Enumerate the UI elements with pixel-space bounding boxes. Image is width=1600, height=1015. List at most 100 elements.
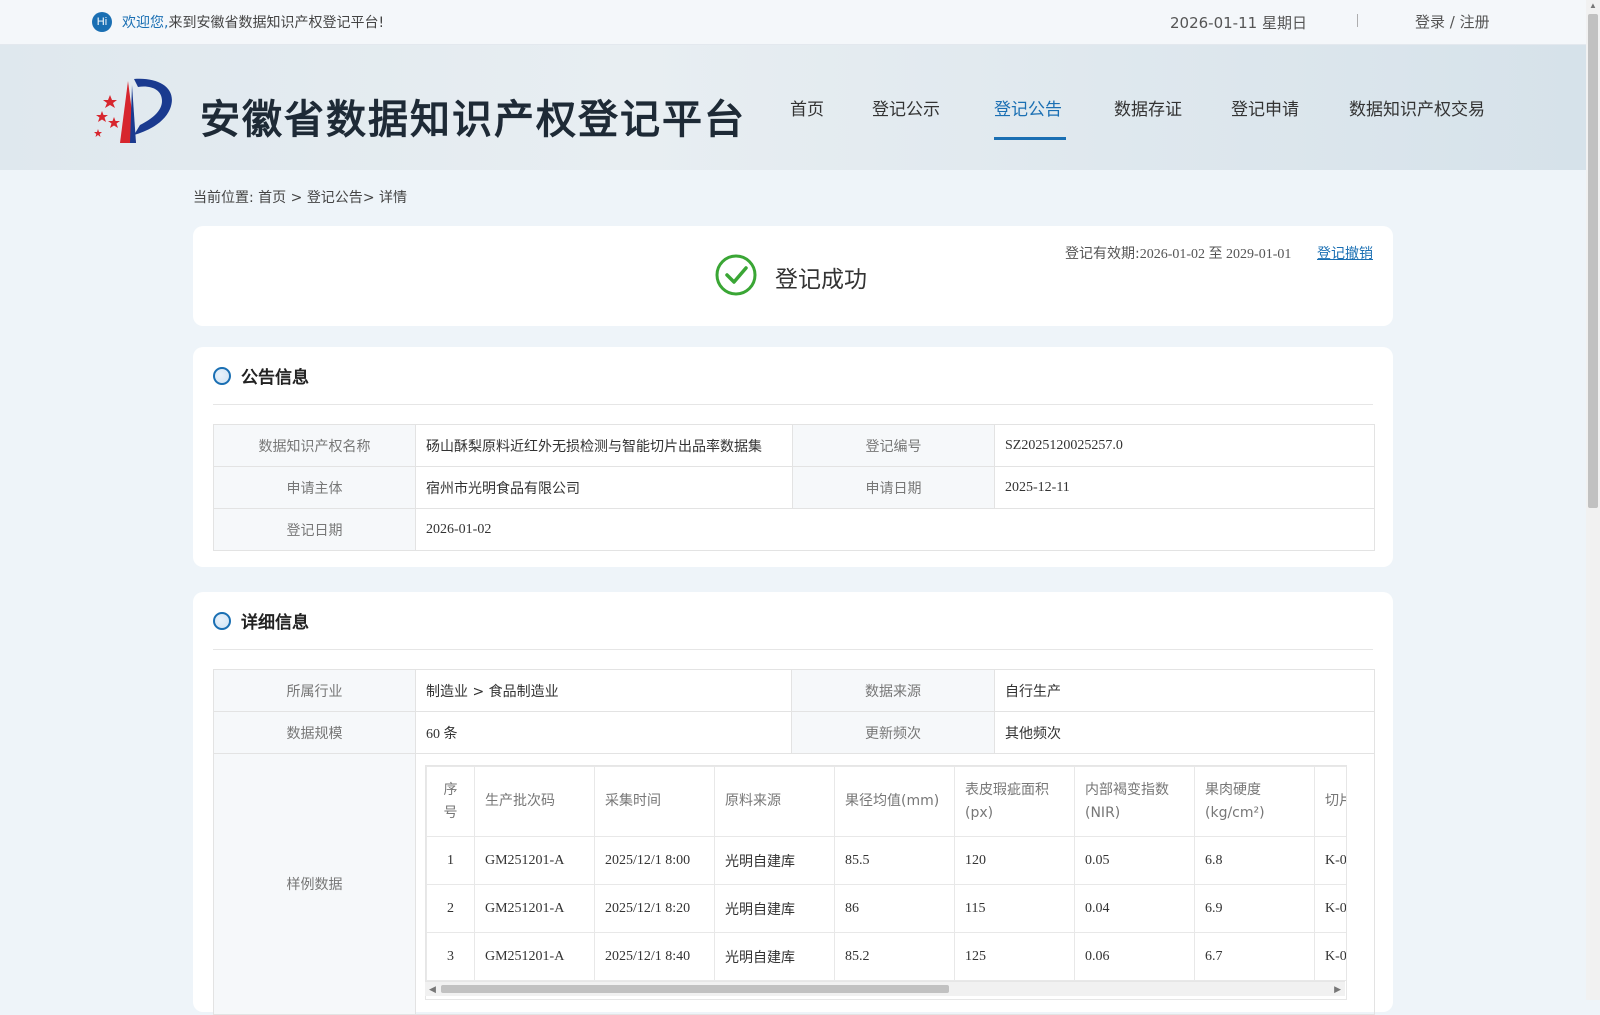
cell: 3 [426,932,475,981]
col-header: 切片 [1314,766,1346,837]
cell: 2025/12/1 8:20 [594,884,715,933]
col-header: 序号 [426,766,475,837]
table-row: 申请主体 宿州市光明食品有限公司 申请日期 2025-12-11 [213,466,1375,509]
cell: 120 [954,836,1075,885]
cell: GM251201-A [474,932,595,981]
scrollbar-thumb[interactable] [441,985,949,993]
site-header: 安徽省数据知识产权登记平台 首页 登记公示 登记公告 数据存证 登记申请 数据知… [0,45,1586,170]
validity-period: 登记有效期:2026-01-02 至 2029-01-01 [1065,243,1291,263]
cell: 2025/12/1 8:00 [594,836,715,885]
apply-date-value: 2025-12-11 [994,466,1375,509]
cell: 光明自建库 [714,836,835,885]
announcement-table: 数据知识产权名称 砀山酥梨原料近红外无损检测与智能切片出品率数据集 登记编号 S… [213,424,1375,551]
welcome-greeting: 欢迎您, [122,15,169,31]
site-title: 安徽省数据知识产权登记平台 [200,97,746,143]
cell: 86 [834,884,955,933]
table-row: 1 GM251201-A 2025/12/1 8:00 光明自建库 85.5 1… [426,836,1346,885]
col-header: 内部褐变指数(NIR) [1074,766,1195,837]
cell: 1 [426,836,475,885]
nav-registration-application[interactable]: 登记申请 [1231,95,1299,120]
cell: 85.2 [834,932,955,981]
table-row: 3 GM251201-A 2025/12/1 8:40 光明自建库 85.2 1… [426,932,1346,981]
nav-ip-trading[interactable]: 数据知识产权交易 [1349,95,1485,120]
sample-header-row: 序号 生产批次码 采集时间 原料来源 果径均值(mm) 表皮瑕疵面积(px) 内… [426,766,1346,837]
col-header: 表皮瑕疵面积(px) [954,766,1075,837]
col-header: 果肉硬度(kg/cm²) [1194,766,1315,837]
validity-from: 2026-01-02 [1139,247,1206,262]
cell: 2 [426,884,475,933]
reg-no-value: SZ2025120025257.0 [994,424,1375,467]
current-date: 2026-01-11 星期日 [1170,14,1307,32]
cell: K-0 [1314,932,1346,981]
cell: 115 [954,884,1075,933]
table-row: 数据知识产权名称 砀山酥梨原料近红外无损检测与智能切片出品率数据集 登记编号 S… [213,424,1375,467]
applicant-label: 申请主体 [213,466,416,509]
cell: 85.5 [834,836,955,885]
welcome-message: 欢迎您,来到安徽省数据知识产权登记平台! [122,12,384,32]
sample-data-scroll[interactable]: 序号 生产批次码 采集时间 原料来源 果径均值(mm) 表皮瑕疵面积(px) 内… [425,765,1347,1000]
industry-value: 制造业 > 食品制造业 [415,669,792,712]
cell: 0.05 [1074,836,1195,885]
nav-registration-publicity[interactable]: 登记公示 [872,95,940,120]
scroll-left-icon[interactable]: ◀ [429,984,436,995]
name-label: 数据知识产权名称 [213,424,416,467]
reg-date-label: 登记日期 [213,508,416,551]
source-value: 自行生产 [994,669,1375,712]
section-bullet-icon [213,367,231,385]
section-bullet-icon [213,612,231,630]
validity-to: 2029-01-01 [1226,247,1292,262]
scroll-right-icon[interactable]: ▶ [1334,984,1341,995]
cell: GM251201-A [474,836,595,885]
revoke-registration-link[interactable]: 登记撤销 [1317,243,1373,263]
cell: K-0 [1314,836,1346,885]
horizontal-scrollbar[interactable]: ◀ ▶ [425,981,1345,996]
top-bar: Hi 欢迎您,来到安徽省数据知识产权登记平台! 2026-01-11 星期日 |… [0,0,1586,45]
nav-active-indicator [994,137,1066,140]
scrollbar-thumb[interactable] [1588,14,1598,508]
login-register-link[interactable]: 登录 / 注册 [1415,11,1490,32]
cell: 2025/12/1 8:40 [594,932,715,981]
nav-home[interactable]: 首页 [790,95,824,120]
validity-to-word: 至 [1208,246,1223,262]
scale-label: 数据规模 [213,711,416,754]
table-row: 2 GM251201-A 2025/12/1 8:20 光明自建库 86 115… [426,884,1346,933]
status-card: 登记成功 登记有效期:2026-01-02 至 2029-01-01 登记撤销 [193,226,1393,326]
vertical-scrollbar[interactable]: ▲ [1586,0,1600,1000]
announcement-section: 公告信息 数据知识产权名称 砀山酥梨原料近红外无损检测与智能切片出品率数据集 登… [193,347,1393,567]
cell: 6.9 [1194,884,1315,933]
cell: 6.7 [1194,932,1315,981]
validity-label: 登记有效期: [1065,246,1140,262]
sample-label: 样例数据 [213,753,416,1015]
freq-value: 其他频次 [994,711,1375,754]
section-title: 详细信息 [241,613,309,633]
breadcrumb-arrow: > [362,190,379,206]
reg-date-value: 2026-01-02 [415,508,1375,551]
breadcrumb-arrow: > [286,190,307,206]
nav-registration-announcement[interactable]: 登记公告 [994,95,1062,120]
cell: 0.04 [1074,884,1195,933]
cell: 6.8 [1194,836,1315,885]
scale-value: 60 条 [415,711,792,754]
table-row: 数据规模 60 条 更新频次 其他频次 [213,711,1375,754]
cell: 125 [954,932,1075,981]
top-separator: | [1356,12,1360,28]
nav-data-evidence[interactable]: 数据存证 [1114,95,1182,120]
breadcrumb-section[interactable]: 登记公告 [307,190,363,206]
hi-badge-icon: Hi [92,12,112,32]
applicant-value: 宿州市光明食品有限公司 [415,466,793,509]
cell: 光明自建库 [714,932,835,981]
breadcrumb: 当前位置: 首页 > 登记公告> 详情 [193,187,407,207]
col-header: 采集时间 [594,766,715,837]
breadcrumb-home[interactable]: 首页 [258,190,286,206]
breadcrumb-current: 详情 [379,190,407,206]
section-divider [213,404,1373,405]
section-title: 公告信息 [241,368,309,388]
name-value: 砀山酥梨原料近红外无损检测与智能切片出品率数据集 [415,424,793,467]
section-divider [213,649,1373,650]
platform-logo[interactable] [90,73,180,145]
scroll-up-icon[interactable]: ▲ [1589,1,1597,10]
breadcrumb-prefix: 当前位置: [193,190,254,206]
cell: 光明自建库 [714,884,835,933]
apply-date-label: 申请日期 [792,466,995,509]
cell: 0.06 [1074,932,1195,981]
